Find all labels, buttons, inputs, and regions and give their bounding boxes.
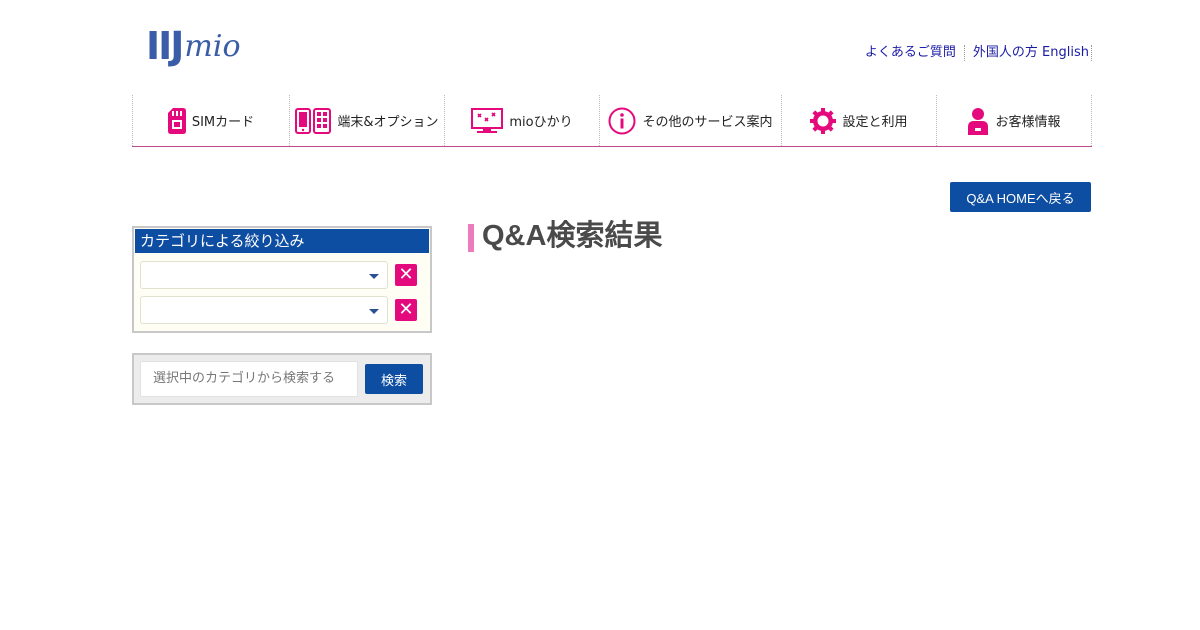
category-filter-panel: カテゴリによる絞り込み ✕ ✕ <box>132 226 432 333</box>
nav-label: mioひかり <box>509 115 573 130</box>
nav-label: 端末&オプション <box>337 115 439 130</box>
category-select-1[interactable] <box>140 261 388 289</box>
category-select-row: ✕ <box>140 296 417 324</box>
nav-item-mio-hikari[interactable]: mioひかり <box>444 95 599 146</box>
qa-home-button[interactable]: Q&A HOMEへ戻る <box>950 182 1091 212</box>
clear-category-1-button[interactable]: ✕ <box>395 264 417 286</box>
category-select-row: ✕ <box>140 261 417 289</box>
category-select-2[interactable] <box>140 296 388 324</box>
nav-label: その他のサービス案内 <box>642 115 773 130</box>
page-container: IIJ mio よくあるご質問 外国人の方 English SIMカード 端末&… <box>132 0 1092 630</box>
search-panel: 選択中のカテゴリから検索する 検索 <box>132 353 432 405</box>
nav-item-customer-info[interactable]: お客様情報 <box>936 95 1092 146</box>
link-divider <box>963 45 965 61</box>
search-input[interactable]: 選択中のカテゴリから検索する <box>140 361 358 397</box>
nav-item-other-services[interactable]: その他のサービス案内 <box>599 95 781 146</box>
link-divider <box>1091 45 1092 61</box>
chevron-down-icon <box>369 274 379 279</box>
page-title: Q&A検索結果 <box>482 220 663 252</box>
header-links: よくあるご質問 外国人の方 English <box>863 45 1092 61</box>
devices-icon <box>295 107 332 134</box>
global-nav: SIMカード 端末&オプション mioひかり その他のサービス案内 設定と利用 … <box>132 95 1092 147</box>
iijmio-logo[interactable]: IIJ mio <box>146 24 241 68</box>
sim-card-icon <box>167 107 186 134</box>
chevron-down-icon <box>369 309 379 314</box>
nav-item-devices-options[interactable]: 端末&オプション <box>289 95 444 146</box>
english-link[interactable]: 外国人の方 English <box>971 45 1091 61</box>
category-filter-title: カテゴリによる絞り込み <box>134 228 430 254</box>
gear-icon <box>810 107 837 134</box>
clear-category-2-button[interactable]: ✕ <box>395 299 417 321</box>
info-icon <box>608 107 636 134</box>
search-button[interactable]: 検索 <box>365 364 423 394</box>
title-accent-bar <box>468 224 474 252</box>
nav-label: 設定と利用 <box>842 115 908 130</box>
nav-label: SIMカード <box>191 115 255 130</box>
nav-label: お客様情報 <box>995 115 1061 130</box>
user-icon <box>968 107 989 135</box>
logo-text-bold: IIJ <box>146 24 184 68</box>
nav-item-sim-card[interactable]: SIMカード <box>132 95 289 146</box>
monitor-icon <box>471 107 504 133</box>
nav-item-settings-usage[interactable]: 設定と利用 <box>781 95 936 146</box>
faq-link[interactable]: よくあるご質問 <box>863 45 958 61</box>
logo-text-light: mio <box>184 29 241 64</box>
